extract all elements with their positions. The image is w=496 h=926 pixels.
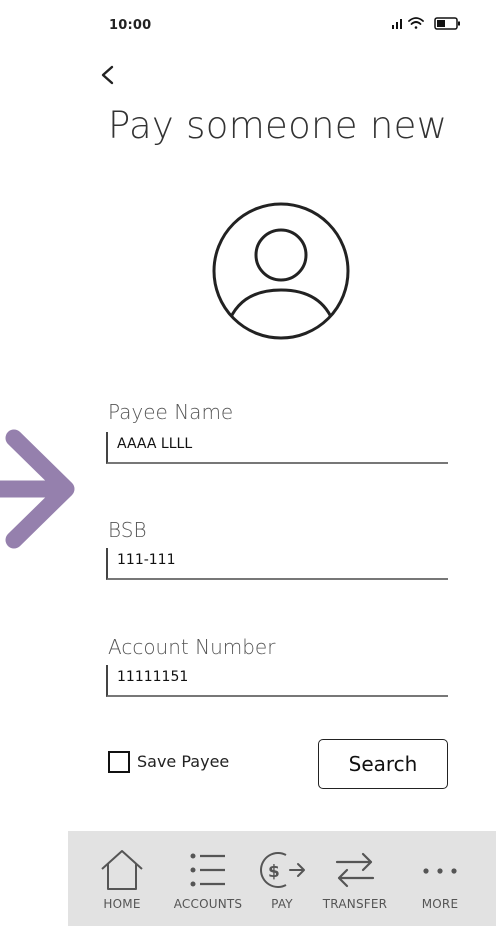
account-number-label: Account Number: [108, 635, 276, 659]
avatar: [210, 200, 352, 342]
account-number-field[interactable]: 11111151: [106, 665, 448, 697]
save-payee-checkbox[interactable]: [108, 751, 130, 773]
signal-icon: [392, 19, 402, 29]
chevron-left-icon: [101, 65, 114, 85]
nav-label-transfer: TRANSFER: [322, 897, 388, 911]
nav-item-home[interactable]: HOME: [94, 831, 150, 926]
search-button[interactable]: Search: [318, 739, 448, 789]
battery-icon: [434, 17, 460, 30]
back-button[interactable]: [98, 63, 118, 87]
nav-item-accounts[interactable]: ACCOUNTS: [168, 831, 248, 926]
transfer-icon: [335, 852, 375, 888]
nav-item-pay[interactable]: $ PAY: [254, 831, 310, 926]
nav-label-home: HOME: [103, 897, 141, 911]
wifi-icon: [408, 17, 424, 29]
list-icon: [190, 853, 225, 887]
user-icon: [212, 202, 350, 340]
payee-name-label: Payee Name: [108, 400, 234, 424]
bottom-nav: HOME ACCOUNTS $ PAY TRANSFER MORE: [68, 831, 496, 926]
nav-label-accounts: ACCOUNTS: [173, 897, 243, 911]
more-icon: [423, 868, 457, 874]
save-payee-label: Save Payee: [137, 752, 230, 771]
status-time: 10:00: [109, 18, 152, 33]
svg-text:$: $: [268, 862, 280, 882]
home-icon: [101, 850, 143, 890]
status-icons: [390, 14, 470, 34]
nav-item-more[interactable]: MORE: [413, 831, 467, 926]
payee-name-value: AAAA LLLL: [117, 436, 193, 452]
bsb-value: 111-111: [117, 552, 176, 568]
bsb-label: BSB: [108, 518, 147, 542]
account-number-value: 11111151: [117, 669, 189, 685]
nav-label-more: MORE: [421, 897, 459, 911]
page-title: Pay someone new: [108, 104, 448, 147]
payee-name-field[interactable]: AAAA LLLL: [106, 432, 448, 464]
pay-icon: $: [260, 852, 305, 888]
nav-item-transfer[interactable]: TRANSFER: [318, 831, 392, 926]
nav-label-pay: PAY: [271, 897, 293, 911]
annotation-arrow-icon: [0, 428, 80, 552]
bsb-field[interactable]: 111-111: [106, 548, 448, 580]
